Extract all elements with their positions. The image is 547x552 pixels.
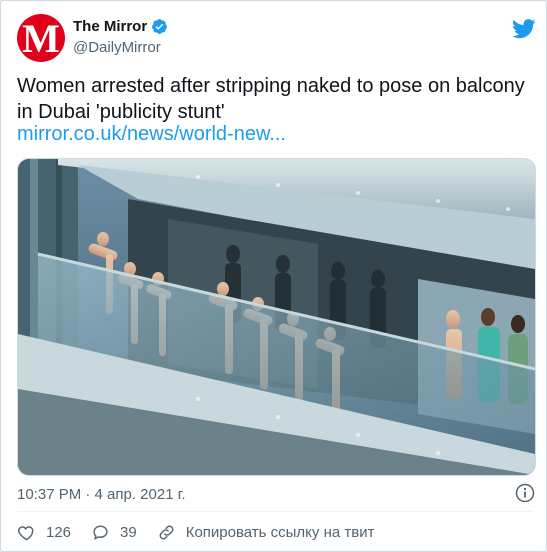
author-handle[interactable]: @DailyMirror [73, 39, 161, 56]
link-icon [159, 525, 174, 540]
twitter-bird-icon[interactable] [512, 18, 536, 40]
author-name[interactable]: The Mirror [73, 18, 147, 35]
tweet-text: Women arrested after stripping naked to … [17, 75, 525, 123]
verified-badge-icon [152, 19, 168, 34]
reply-icon [93, 525, 108, 540]
info-icon[interactable] [515, 483, 535, 503]
divider [17, 511, 532, 512]
author-name-row: The Mirror [73, 18, 168, 35]
tweet-actions: 126 39 Копировать ссылку на твит [17, 523, 394, 542]
heart-icon [18, 526, 34, 541]
copy-link-label: Копировать ссылку на твит [185, 524, 375, 541]
reply-button[interactable]: 39 [91, 523, 137, 542]
tweet-timestamp[interactable]: 10:37 PM · 4 апр. 2021 г. [17, 486, 186, 503]
tweet-card: M The Mirror @DailyMirror Women arrested… [0, 0, 547, 552]
reply-count: 39 [120, 524, 137, 541]
avatar-letter: M [22, 16, 60, 61]
like-count: 126 [46, 524, 72, 541]
avatar[interactable]: M [17, 14, 65, 62]
balcony-photo-image [18, 159, 535, 475]
tweet-photo[interactable] [17, 158, 536, 476]
tweet-link[interactable]: mirror.co.uk/news/world-new... [17, 123, 286, 146]
copy-link-button[interactable]: Копировать ссылку на твит [157, 523, 375, 542]
like-button[interactable]: 126 [17, 523, 71, 542]
